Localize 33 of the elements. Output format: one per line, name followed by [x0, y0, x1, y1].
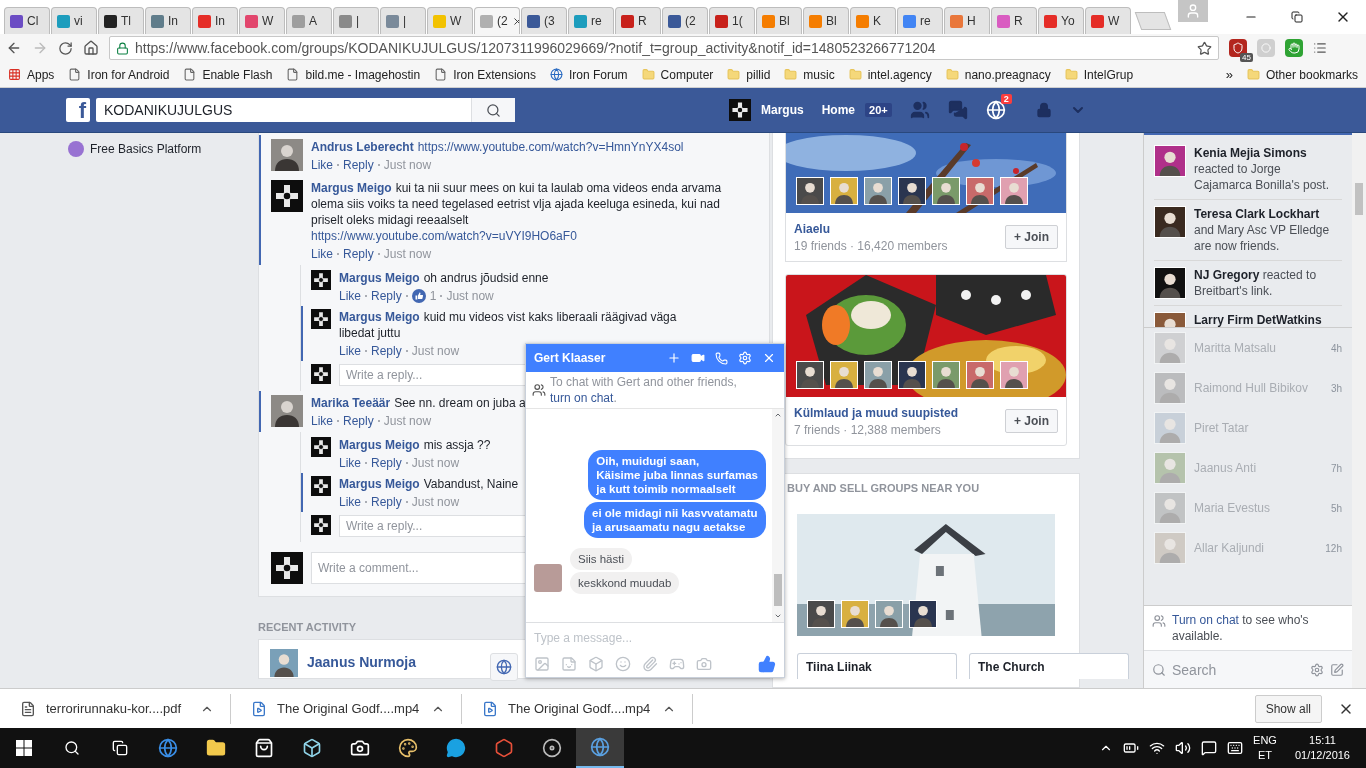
comment-time: Just now	[446, 289, 494, 303]
contact-time: 4h	[1330, 342, 1342, 354]
comment-time: Just now	[411, 495, 460, 509]
contact-time: 12h	[1325, 542, 1342, 554]
reaction-count: 1	[429, 289, 437, 303]
message-bubble: Oih, muidugi saan, Käisime juba linnas surfamas ja kutt toimib normaalselt	[588, 450, 766, 500]
contact-time: 7h	[1330, 462, 1342, 474]
comment-time: Just now	[383, 158, 432, 172]
comment-text: Margus Meigo kuid mu videos vist kaks liberaali räägivad väga libedat juttu	[339, 309, 678, 341]
notification-badge: 2	[1000, 94, 1012, 104]
file-name: terrorirunnaku-kor....pdf	[46, 701, 183, 716]
section-title: RECENT ACTIVITY	[258, 621, 357, 633]
contact-time: 3h	[1330, 382, 1342, 394]
file-name: The Original Godf....mp4	[277, 701, 421, 716]
chat-notice: Turn on chat to see who's available.	[1172, 612, 1310, 644]
message-bubble: Siis hästi	[570, 548, 633, 570]
group-meta: 7 friends · 12,388 members	[794, 423, 942, 437]
home-count-badge: 20+	[865, 103, 892, 117]
message-bubble: keskkond muudab	[570, 572, 680, 594]
comment-text: Margus Meigo kui ta nii suur mees on kui ta laulab oma videos enda arvama olema siis voiks ta need tegelased eetrist vlja ajada keeluga esineda, kui nad priselt oleks midagi reeaalselt https://www.youtube.com/watch?v=uVYI9HO6aF0	[311, 180, 751, 244]
contact-time: 5h	[1330, 502, 1342, 514]
comment-text: Margus Meigo oh andrus jõudsid enne	[339, 270, 550, 286]
message-bubble: ei ole midagi nii kasvvatamatu ja arusaamatu nagu aetakse	[584, 502, 766, 538]
group-meta: 19 friends · 16,420 members	[794, 239, 949, 253]
search-placeholder: Search	[1172, 661, 1218, 678]
comment-time: Just now	[411, 456, 460, 470]
section-title: BUY AND SELL GROUPS NEAR YOU	[786, 481, 981, 494]
comment-time: Just now	[383, 414, 432, 428]
file-name: The Original Godf....mp4	[508, 701, 652, 716]
chat-notice: To chat with Gert and other friends, turn on chat.	[550, 374, 738, 406]
comment-time: Just now	[411, 344, 460, 358]
extension-badge: 45	[1240, 53, 1253, 62]
comment-time: Just now	[383, 247, 432, 261]
